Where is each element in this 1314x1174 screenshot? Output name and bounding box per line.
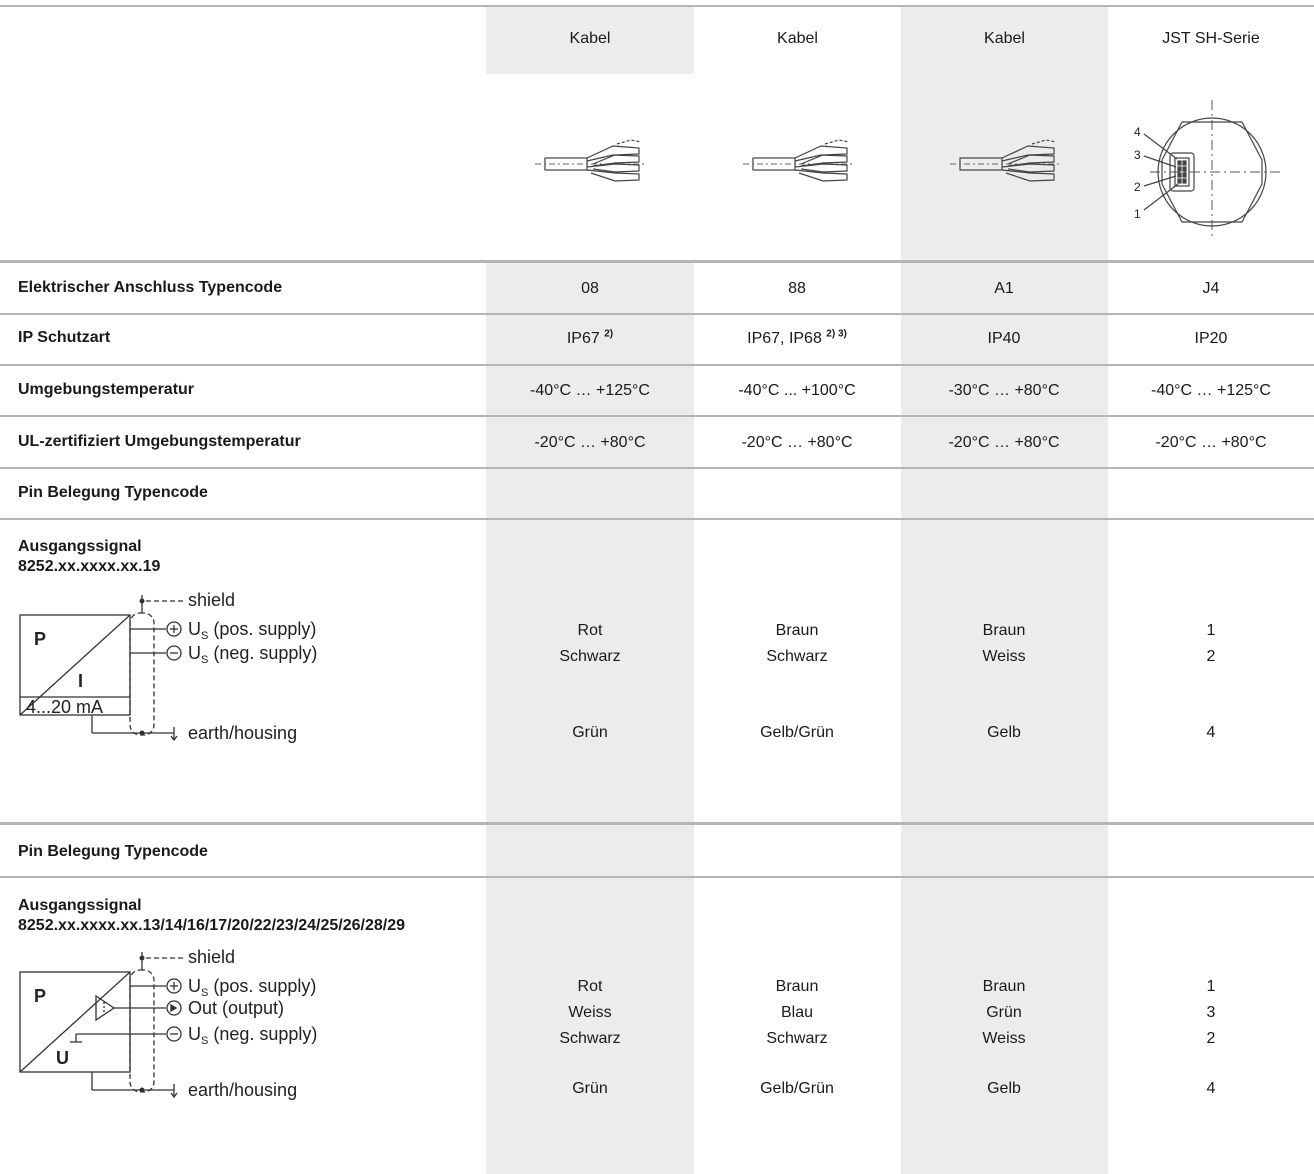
typecode-value: J4: [1202, 280, 1220, 297]
cable-icon: [535, 139, 645, 182]
wiring-schematic-voltage: P U shield US (pos. supply) Out (output)…: [19, 947, 317, 1100]
box-label: P: [34, 986, 46, 1006]
row-label-pin: Pin Belegung Typencode: [18, 843, 208, 860]
typecode-value: A1: [994, 280, 1014, 297]
temp-value: -40°C … +125°C: [1151, 382, 1271, 399]
rule: [0, 260, 1314, 263]
pin-values: Braun Grün Weiss: [982, 978, 1026, 1047]
ip-value: IP40: [987, 330, 1021, 347]
typecode-value: 88: [788, 280, 806, 297]
row-label-ul-temp: UL-zertifiziert Umgebungstemperatur: [18, 433, 301, 450]
ul-temp-value: -20°C … +80°C: [534, 434, 646, 451]
earth-value: 4: [1206, 724, 1216, 741]
earth-value: Gelb/Grün: [760, 1080, 834, 1097]
jst-pin-label: 2: [1134, 180, 1141, 194]
earth-value: Gelb/Grün: [760, 724, 834, 741]
cable-icon: [950, 139, 1060, 182]
box-label: I: [78, 671, 83, 691]
pin-values: Braun Blau Schwarz: [766, 978, 828, 1047]
column-header: JST SH-Serie: [1162, 30, 1260, 47]
rule: [0, 364, 1314, 366]
section-code: 8252.xx.xxxx.xx.19: [18, 558, 161, 575]
row-label-typecode: Elektrischer Anschluss Typencode: [18, 279, 283, 296]
pin-values: Rot Weiss Schwarz: [559, 978, 621, 1047]
row-label-pin: Pin Belegung Typencode: [18, 484, 208, 501]
temp-value: -40°C ... +100°C: [738, 382, 856, 399]
section-title: Ausgangssignal: [18, 897, 142, 914]
pos-supply-label: US (pos. supply): [188, 976, 316, 999]
typecode-value: 08: [581, 280, 599, 297]
pos-supply-label: US (pos. supply): [188, 619, 316, 642]
cable-icon: [743, 139, 853, 182]
rule: [0, 467, 1314, 469]
ip-value: IP67, IP68 2) 3): [747, 328, 847, 347]
shield-label: shield: [188, 947, 235, 967]
jst-pin-label: 4: [1134, 125, 1141, 139]
ip-value: IP67 2): [566, 328, 614, 347]
row-label-ip: IP Schutzart: [18, 329, 111, 346]
section-code: 8252.xx.xxxx.xx.13/14/16/17/20/22/23/24/…: [18, 917, 406, 934]
jst-pin-label: 3: [1134, 148, 1141, 162]
pin-values: Braun Weiss: [982, 622, 1026, 665]
pin-values: 132: [1206, 978, 1216, 1047]
footnote-ref: 2): [604, 328, 614, 340]
pin-values: Rot Schwarz: [559, 622, 621, 665]
earth-label: earth/housing: [188, 1080, 297, 1100]
earth-value: Gelb: [987, 1080, 1021, 1097]
shield-label: shield: [188, 590, 235, 610]
earth-value: Gelb: [987, 724, 1021, 741]
rule: [0, 415, 1314, 417]
top-rule: [0, 5, 1314, 7]
pin-values: 12: [1206, 622, 1216, 665]
ul-temp-value: -20°C … +80°C: [741, 434, 853, 451]
footnote-ref: 2) 3): [826, 328, 847, 340]
ul-temp-value: -20°C … +80°C: [948, 434, 1060, 451]
output-label: Out (output): [188, 998, 284, 1018]
ul-temp-value: -20°C … +80°C: [1155, 434, 1267, 451]
rule: [0, 822, 1314, 825]
column-header: Kabel: [569, 30, 611, 47]
neg-supply-label: US (neg. supply): [188, 643, 317, 666]
temp-value: -30°C … +80°C: [948, 382, 1060, 399]
earth-label: earth/housing: [188, 723, 297, 743]
neg-supply-label: US (neg. supply): [188, 1024, 317, 1047]
ip-value: IP20: [1194, 330, 1228, 347]
rule: [0, 518, 1314, 520]
earth-value: Grün: [572, 724, 608, 741]
wiring-schematic-4-20ma: P I 4...20 mA shield US (pos. supply) US…: [19, 590, 317, 743]
box-label: P: [34, 629, 46, 649]
earth-value: 4: [1206, 1080, 1216, 1097]
jst-connector-icon: 4 3 2 1: [1134, 100, 1282, 240]
pin-values: Braun Schwarz: [766, 622, 828, 665]
rule: [0, 313, 1314, 315]
column-header: Kabel: [777, 30, 818, 47]
column-header: Kabel: [984, 30, 1025, 47]
box-range: 4...20 mA: [26, 697, 103, 717]
earth-value: Grün: [572, 1080, 608, 1097]
box-label: U: [56, 1048, 69, 1068]
row-label-temp: Umgebungstemperatur: [18, 381, 195, 398]
section-title: Ausgangssignal: [18, 538, 142, 555]
temp-value: -40°C … +125°C: [530, 382, 650, 399]
rule: [0, 876, 1314, 878]
jst-pin-label: 1: [1134, 207, 1141, 221]
